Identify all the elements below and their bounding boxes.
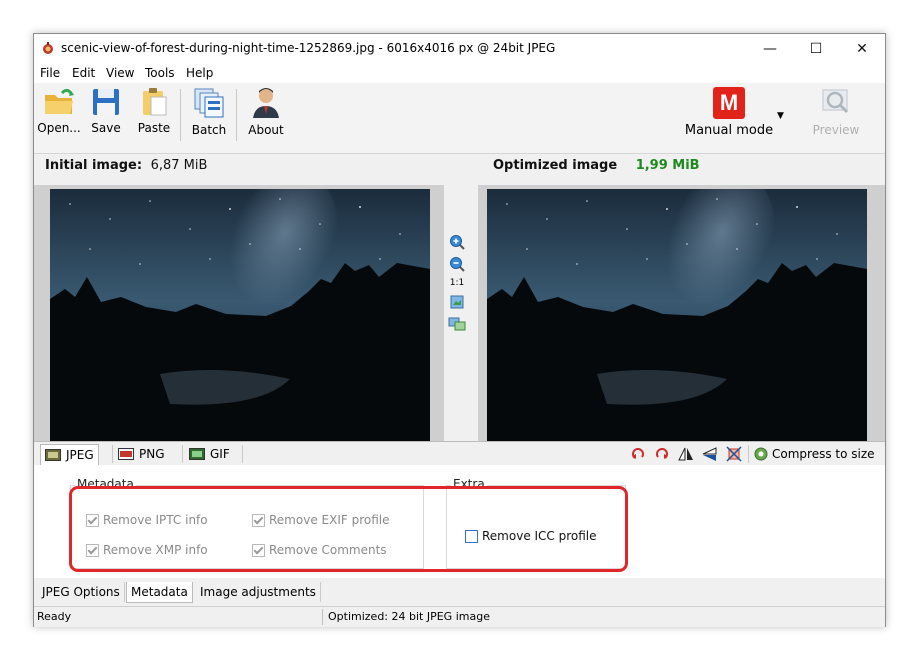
close-button[interactable]: ✕ — [839, 34, 885, 63]
person-icon — [253, 88, 279, 118]
optimized-image-preview — [487, 189, 867, 441]
tab-gif[interactable]: GIF — [189, 444, 230, 464]
compress-label: Compress to size — [772, 447, 875, 461]
status-bar: Ready Optimized: 24 bit JPEG image — [34, 606, 885, 627]
optimized-image-label: Optimized image — [493, 158, 618, 173]
zoom-actual-size-button[interactable]: 1:1 — [444, 278, 470, 288]
batch-label: Batch — [191, 123, 227, 137]
open-folder-icon — [45, 88, 74, 114]
flip-vertical-icon[interactable] — [702, 446, 718, 462]
menu-file[interactable]: File — [40, 66, 60, 80]
toolbar-separator — [180, 89, 181, 141]
zoom-out-icon[interactable] — [449, 256, 465, 272]
tab-divider — [182, 445, 183, 463]
format-tabs: JPEG PNG GIF Compress to size — [34, 441, 885, 466]
window-title: scenic-view-of-forest-during-night-time-… — [61, 41, 556, 55]
compare-images-icon[interactable] — [448, 316, 466, 332]
paste-button[interactable]: Paste — [133, 87, 175, 145]
toolbar: Open... Save Paste Batch About M Manual … — [34, 83, 885, 154]
tools-divider — [748, 445, 749, 463]
about-label: About — [248, 123, 284, 137]
rotate-right-icon[interactable] — [654, 446, 670, 462]
tab-png[interactable]: PNG — [118, 444, 165, 464]
image-tools: Compress to size — [630, 445, 875, 463]
flip-horizontal-icon[interactable] — [678, 446, 694, 462]
tab-divider — [242, 445, 243, 463]
gif-file-icon — [189, 448, 205, 460]
jpeg-file-icon — [45, 449, 61, 461]
tab-divider — [112, 445, 113, 463]
toolbar-separator — [236, 89, 237, 141]
batch-files-icon — [194, 88, 224, 118]
option-tabs: JPEG Options Metadata Image adjustments — [34, 580, 885, 604]
status-optimized-info: Optimized: 24 bit JPEG image — [328, 610, 490, 623]
title-bar: scenic-view-of-forest-during-night-time-… — [34, 34, 885, 63]
mode-dropdown-arrow-icon[interactable]: ▼ — [777, 111, 784, 121]
preview-magnifier-icon — [822, 89, 849, 114]
save-button[interactable]: Save — [86, 87, 126, 145]
png-file-icon — [118, 448, 134, 460]
zoom-in-icon[interactable] — [449, 234, 465, 250]
minimize-button[interactable]: — — [747, 34, 793, 63]
tab-image-adjustments[interactable]: Image adjustments — [196, 582, 321, 602]
initial-image-size: 6,87 MiB — [150, 158, 208, 173]
manual-mode-button[interactable]: M Manual mode — [684, 87, 774, 145]
tab-metadata[interactable]: Metadata — [126, 582, 193, 603]
compress-to-size-button[interactable]: Compress to size — [753, 446, 875, 462]
tab-jpeg-label: JPEG — [66, 448, 94, 462]
app-window: scenic-view-of-forest-during-night-time-… — [33, 33, 886, 627]
preview-label: Preview — [812, 123, 860, 137]
tab-jpeg-options[interactable]: JPEG Options — [38, 582, 125, 602]
floppy-disk-icon — [93, 89, 119, 115]
crop-icon[interactable] — [726, 446, 742, 462]
tab-gif-label: GIF — [210, 447, 230, 461]
clipboard-paste-icon — [143, 88, 167, 116]
initial-image-header: Initial image: 6,87 MiB — [45, 158, 207, 173]
status-ready: Ready — [37, 610, 72, 623]
initial-image-preview — [50, 189, 430, 441]
paste-label: Paste — [137, 121, 171, 135]
status-divider — [322, 609, 323, 625]
about-button[interactable]: About — [244, 87, 288, 145]
app-logo-icon — [43, 42, 53, 54]
save-label: Save — [91, 121, 121, 135]
red-highlight-annotation — [69, 486, 628, 572]
menu-help[interactable]: Help — [186, 66, 213, 80]
menu-bar: File Edit View Tools Help — [34, 63, 885, 83]
fit-to-window-icon[interactable] — [449, 294, 465, 310]
menu-edit[interactable]: Edit — [72, 66, 95, 80]
manual-mode-label: Manual mode — [684, 123, 774, 138]
tab-jpeg[interactable]: JPEG — [40, 444, 99, 465]
open-label: Open... — [37, 121, 81, 135]
zoom-controls: 1:1 — [444, 234, 470, 338]
optimized-image-header: Optimized image 1,99 MiB — [493, 158, 700, 173]
optimized-image-size: 1,99 MiB — [635, 158, 700, 173]
initial-image-label: Initial image: — [45, 158, 143, 173]
menu-view[interactable]: View — [106, 66, 134, 80]
compress-gear-icon — [754, 447, 768, 461]
rotate-left-icon[interactable] — [630, 446, 646, 462]
maximize-button[interactable]: ☐ — [793, 34, 839, 63]
tab-png-label: PNG — [139, 447, 165, 461]
open-button[interactable]: Open... — [36, 87, 82, 145]
preview-button[interactable]: Preview — [810, 87, 862, 145]
menu-tools[interactable]: Tools — [145, 66, 175, 80]
manual-mode-badge-icon: M — [713, 87, 745, 119]
batch-button[interactable]: Batch — [189, 87, 229, 145]
